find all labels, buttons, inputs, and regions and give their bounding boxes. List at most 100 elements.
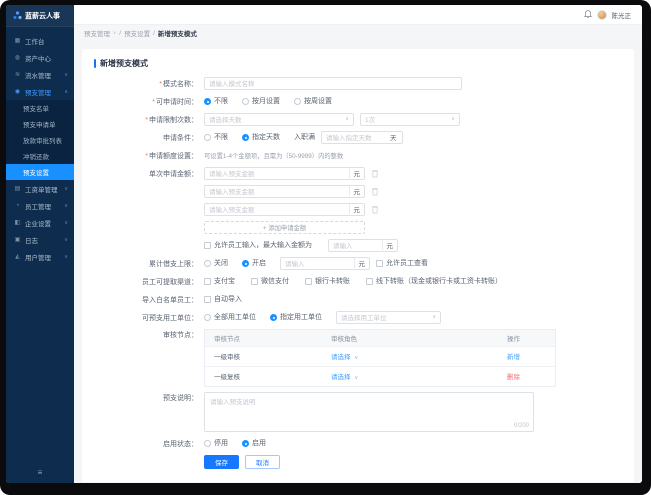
radio-icon (204, 133, 211, 141)
employee-icon: ◔ (15, 202, 20, 209)
radio-selected-icon (242, 259, 249, 267)
yuan-suffix: 元 (348, 186, 360, 197)
limit-days-select[interactable]: 请选择天数 ∨ (204, 112, 354, 126)
max-amount-input[interactable]: 请输入 元 (328, 238, 398, 252)
sidebar-item-workbench[interactable]: ▦ 工作台 (6, 32, 74, 49)
delete-amount-icon[interactable] (371, 187, 379, 196)
radio-condition-unlimited[interactable]: 不限 (204, 132, 228, 142)
sidebar-item-label: 预支管理 (25, 89, 51, 97)
field-withdraw-channels: 员工可提取渠道： 支付宝 微信支付 银行卡转账 线下转账（现金或银行卡或工资卡转… (94, 275, 622, 288)
breadcrumb-item[interactable]: 预支管理 (84, 28, 110, 38)
note-textarea[interactable]: 请输入预支说明 0/200 (204, 391, 534, 432)
sidebar-item-label: 员工管理 (25, 203, 51, 211)
amount-input-2[interactable]: 请输入预支金额 元 (204, 184, 365, 198)
sidebar-item-advance-management[interactable]: ◉ 预支管理 ∧ (6, 83, 74, 100)
delete-node-link[interactable]: 删除 (507, 374, 520, 381)
delete-amount-icon[interactable] (371, 205, 379, 214)
chevron-down-icon: ∨ (64, 185, 68, 192)
add-node-link[interactable]: 新增 (507, 354, 520, 361)
quota-amount-row-3: 请输入预支金额 元 (94, 202, 622, 216)
condition-middle-text: 入职满 (294, 134, 315, 142)
amount-input-1[interactable]: 请输入预支金额 元 (204, 166, 365, 180)
field-label: *申请限制次数： (145, 116, 198, 124)
textarea-placeholder: 请输入预支说明 (210, 398, 256, 406)
field-apply-time: *可申请时间： 不限 按月设置 按周设置 (94, 95, 622, 108)
cumulative-amount-input[interactable]: 请输入 元 (280, 256, 370, 270)
content-area: 新增预支模式 *模式名称： 请输入模式名称 *可申请时间： 不限 按月设置 按周… (74, 42, 642, 483)
sidebar-item-enterprise-settings[interactable]: ◧ 企业设置 ∨ (6, 214, 74, 231)
sidebar-item-loan-approval-list[interactable]: 放款审批列表 (6, 132, 74, 148)
field-label: *模式名称： (159, 80, 198, 88)
enterprise-icon: ◧ (14, 220, 21, 226)
sidebar-item-advance-applications[interactable]: 预支申请单 (6, 116, 74, 132)
chevron-down-icon: ∨ (64, 202, 68, 209)
sidebar-item-writeoff-repayment[interactable]: 冲销还款 (6, 148, 74, 164)
condition-days-input[interactable]: 请输入指定天数 (321, 130, 391, 144)
field-label: 审核节点： (163, 331, 198, 339)
required-mark: * (145, 116, 148, 124)
field-work-units: 可预支用工单位： 全部用工单位 指定用工单位 请选择用工单位 ∨ (94, 310, 622, 324)
radio-condition-fixed-days[interactable]: 指定天数 (242, 132, 280, 142)
select-placeholder: 请选择用工单位 (341, 315, 387, 323)
sidebar-item-flow-management[interactable]: ≋ 流水管理 ∨ (6, 66, 74, 83)
sidebar-menu: ▦ 工作台 ◍ 资产中心 ≋ 流水管理 ∨ ◉ 预支管理 ∧ 预支名单 预支申请… (6, 27, 74, 461)
radio-units-specified[interactable]: 指定用工单位 (270, 312, 322, 322)
mode-name-input[interactable]: 请输入模式名称 (204, 76, 462, 90)
sidebar-item-logs[interactable]: ▣ 日志 ∨ (6, 231, 74, 248)
page-title-text: 新增预支模式 (100, 58, 148, 68)
radio-units-all[interactable]: 全部用工单位 (204, 312, 256, 322)
sidebar-item-payroll-management[interactable]: ▤ 工资单管理 ∨ (6, 180, 74, 197)
chevron-down-icon: ∨ (64, 236, 68, 243)
cancel-button[interactable]: 取消 (245, 454, 280, 469)
channel-wechat-checkbox[interactable]: 微信支付 (251, 276, 289, 286)
sidebar-item-user-management[interactable]: ◭ 用户管理 ∨ (6, 248, 74, 265)
radio-apply-time-monthly[interactable]: 按月设置 (242, 96, 280, 106)
sidebar-item-advance-settings[interactable]: 预支设置 (6, 164, 74, 180)
breadcrumb-item[interactable]: 预支设置 (124, 28, 150, 38)
limit-times-select[interactable]: 1次 ∨ (360, 112, 460, 126)
username[interactable]: 陈光正 (612, 10, 632, 20)
allow-employee-input-checkbox[interactable]: 允许员工输入，最大输入金额为 (204, 240, 312, 250)
radio-cumulative-on[interactable]: 开启 (242, 258, 266, 268)
allow-employee-view-checkbox[interactable]: 允许员工查看 (376, 258, 428, 268)
delete-amount-icon[interactable] (371, 169, 379, 178)
add-amount-button[interactable]: + 添加申请金额 (204, 220, 365, 234)
chevron-down-icon: ∨ (354, 355, 359, 362)
topbar: 陈光正 (74, 5, 642, 25)
input-placeholder: 请输入预支金额 (209, 207, 255, 215)
yuan-suffix: 元 (381, 240, 393, 251)
breadcrumb: 预支管理 ∨ / 预支设置 / 新增预支模式 (74, 24, 642, 42)
radio-status-enabled[interactable]: 启用 (242, 438, 266, 448)
checkbox-icon (204, 277, 211, 285)
avatar[interactable] (596, 9, 607, 20)
sidebar-item-asset-center[interactable]: ◍ 资产中心 (6, 49, 74, 66)
sub-label: 单次申请金额： (149, 170, 198, 178)
sidebar-item-label: 日志 (25, 237, 38, 245)
channel-bankcard-checkbox[interactable]: 银行卡转账 (305, 276, 350, 286)
radio-cumulative-off[interactable]: 关闭 (204, 258, 228, 268)
sidebar-item-label: 用户管理 (25, 254, 51, 262)
checkbox-icon (366, 277, 373, 285)
sidebar-item-label: 预支名单 (23, 106, 49, 113)
sidebar-item-label: 流水管理 (25, 72, 51, 80)
quota-allow-row: 允许员工输入，最大输入金额为 请输入 元 (94, 238, 622, 252)
amount-input-3[interactable]: 请输入预支金额 元 (204, 202, 365, 216)
save-button[interactable]: 保存 (204, 454, 239, 469)
sidebar-item-advance-list[interactable]: 预支名单 (6, 100, 74, 116)
field-label: 启用状态： (163, 440, 198, 448)
work-unit-select[interactable]: 请选择用工单位 ∨ (336, 310, 441, 324)
radio-apply-time-unlimited[interactable]: 不限 (204, 96, 228, 106)
sidebar-item-employee-management[interactable]: ◔ 员工管理 ∨ (6, 197, 74, 214)
sidebar-collapse-button[interactable]: ≡ (6, 461, 74, 483)
auto-import-checkbox[interactable]: 自动导入 (204, 294, 242, 304)
audit-role-select[interactable]: 请选择 ∨ (331, 351, 507, 361)
days-suffix: 天 (385, 130, 403, 144)
field-label: *可申请时间： (152, 98, 198, 106)
chevron-down-icon: ∨ (64, 253, 68, 260)
radio-apply-time-weekly[interactable]: 按周设置 (294, 96, 332, 106)
radio-status-disabled[interactable]: 停用 (204, 438, 228, 448)
audit-role-select[interactable]: 请选择 ∨ (331, 371, 507, 381)
notification-bell-icon[interactable] (583, 10, 592, 19)
channel-offline-checkbox[interactable]: 线下转账（现金或银行卡或工资卡转账） (366, 276, 502, 286)
channel-alipay-checkbox[interactable]: 支付宝 (204, 276, 235, 286)
